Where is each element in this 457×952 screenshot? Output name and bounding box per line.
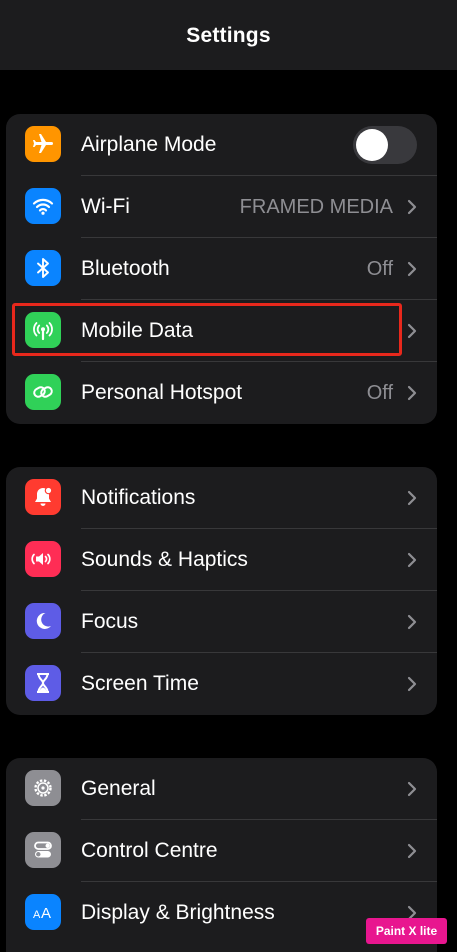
connectivity-group: Airplane Mode Wi-Fi FRAMED MEDIA Bluetoo… (6, 114, 437, 424)
chevron-right-icon (407, 614, 417, 630)
chevron-right-icon (407, 843, 417, 859)
hotspot-icon (25, 374, 61, 410)
wifi-row[interactable]: Wi-Fi FRAMED MEDIA (6, 176, 437, 238)
sounds-haptics-row[interactable]: Sounds & Haptics (6, 529, 437, 591)
switches-icon (25, 832, 61, 868)
chevron-right-icon (407, 781, 417, 797)
general-label: General (81, 777, 156, 800)
personal-hotspot-row[interactable]: Personal Hotspot Off (6, 362, 437, 424)
notifications-row[interactable]: Notifications (6, 467, 437, 529)
focus-label: Focus (81, 610, 139, 633)
airplane-mode-row[interactable]: Airplane Mode (6, 114, 437, 176)
page-title: Settings (186, 24, 271, 47)
watermark-badge: Paint X lite (366, 918, 447, 944)
sounds-haptics-label: Sounds & Haptics (81, 548, 248, 571)
chevron-right-icon (407, 261, 417, 277)
chevron-right-icon (407, 552, 417, 568)
gear-icon (25, 770, 61, 806)
wifi-icon (25, 188, 61, 224)
screen-time-label: Screen Time (81, 672, 199, 695)
display-brightness-label: Display & Brightness (81, 901, 275, 924)
hotspot-status-value: Off (366, 382, 393, 404)
speaker-icon (25, 541, 61, 577)
bluetooth-status-value: Off (366, 258, 393, 280)
notifications-group: Notifications Sounds & Haptics Focus Scr… (6, 467, 437, 715)
bluetooth-label: Bluetooth (81, 257, 170, 280)
chevron-right-icon (407, 323, 417, 339)
text-size-icon: AA (25, 894, 61, 930)
bluetooth-icon (25, 250, 61, 286)
focus-row[interactable]: Focus (6, 591, 437, 653)
personal-hotspot-label: Personal Hotspot (81, 381, 243, 404)
chevron-right-icon (407, 385, 417, 401)
general-row[interactable]: General (6, 758, 437, 820)
hourglass-icon (25, 665, 61, 701)
navigation-bar: Settings (0, 0, 457, 70)
bell-icon (25, 479, 61, 515)
airplane-icon (25, 126, 61, 162)
notifications-label: Notifications (81, 486, 196, 509)
airplane-mode-label: Airplane Mode (81, 133, 217, 156)
chevron-right-icon (407, 199, 417, 215)
bluetooth-row[interactable]: Bluetooth Off (6, 238, 437, 300)
chevron-right-icon (407, 676, 417, 692)
wifi-label: Wi-Fi (81, 195, 130, 218)
svg-text:A: A (33, 909, 41, 921)
chevron-right-icon (407, 490, 417, 506)
airplane-mode-toggle[interactable] (353, 126, 417, 164)
wifi-network-value: FRAMED MEDIA (239, 196, 393, 218)
control-centre-row[interactable]: Control Centre (6, 820, 437, 882)
control-centre-label: Control Centre (81, 839, 218, 862)
toggle-knob (356, 129, 388, 161)
svg-text:A: A (41, 905, 51, 922)
mobile-data-highlight-box (12, 303, 402, 356)
moon-icon (25, 603, 61, 639)
screen-time-row[interactable]: Screen Time (6, 653, 437, 715)
